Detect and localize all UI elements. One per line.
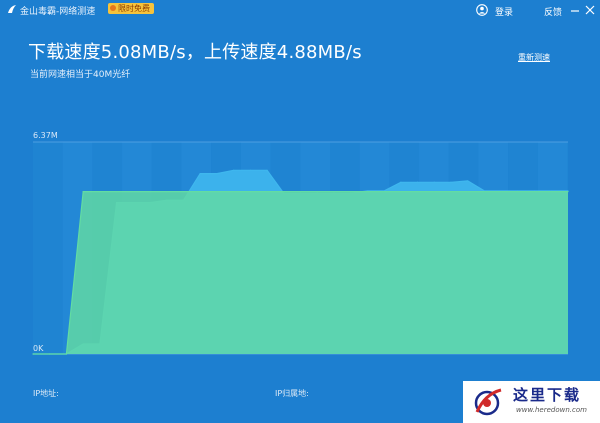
chart-band [33, 142, 63, 354]
watermark-url: www.heredown.com [516, 406, 587, 414]
data-point-upload [500, 190, 502, 193]
feedback-link[interactable]: 反馈 [544, 5, 562, 18]
login-link[interactable]: 登录 [495, 5, 513, 18]
data-point-upload [233, 190, 235, 193]
data-point-upload [65, 353, 68, 355]
speed-chart: 6.37M 0K [32, 131, 569, 355]
y-tick-label-min: 0K [33, 344, 44, 353]
data-point-upload [32, 353, 34, 355]
watermark: 这里下载 www.heredown.com [463, 381, 600, 423]
data-point-upload [283, 190, 285, 193]
speed-equivalent: 当前网速相当于40M光纤 [30, 70, 131, 80]
data-point-upload [216, 190, 218, 193]
data-point-upload [182, 190, 185, 193]
user-avatar-icon[interactable] [476, 4, 488, 16]
data-point-upload [450, 190, 452, 193]
app-title: 金山毒霸-网络测速 [20, 7, 96, 17]
series-area-upload [33, 191, 568, 354]
promo-badge[interactable]: 限时免费 [108, 3, 154, 14]
speed-result: 下载速度5.08MB/s，上传速度4.88MB/s [28, 42, 362, 63]
data-point-upload [199, 190, 201, 193]
data-point-upload [149, 190, 151, 193]
ip-address-label: IP地址: [33, 389, 59, 398]
data-point-upload [115, 190, 118, 193]
data-point-upload [49, 353, 51, 355]
data-point-upload [366, 190, 368, 193]
minimize-button[interactable] [570, 4, 580, 16]
data-point-upload [350, 190, 352, 193]
data-point-download [266, 169, 268, 171]
ip-location-label: IP归属地: [275, 389, 309, 398]
chart-series [32, 169, 569, 355]
data-point-upload [132, 190, 134, 193]
data-point-upload [483, 190, 486, 193]
data-point-upload [82, 190, 84, 193]
data-point-upload [266, 190, 268, 193]
data-point-upload [567, 190, 569, 193]
retest-link[interactable]: 重新测速 [518, 52, 550, 63]
promo-badge-label: 限时免费 [118, 4, 150, 13]
data-point-download [400, 181, 402, 183]
data-point-upload [316, 190, 318, 193]
data-point-upload [166, 190, 168, 193]
app-logo-icon [8, 5, 16, 13]
watermark-logo-icon [474, 388, 502, 416]
data-point-upload [416, 190, 419, 193]
data-point-download [199, 173, 201, 175]
data-point-download [233, 169, 235, 171]
data-point-download [216, 173, 218, 175]
data-point-upload [550, 190, 552, 193]
promo-icon [110, 5, 116, 11]
data-point-download [249, 169, 251, 171]
data-point-upload [400, 190, 402, 193]
data-point-upload [333, 190, 335, 193]
data-point-download [416, 181, 419, 183]
close-button[interactable] [584, 4, 596, 16]
data-point-download [467, 180, 469, 182]
data-point-upload [249, 190, 251, 193]
data-point-upload [299, 190, 302, 193]
data-point-upload [99, 190, 101, 193]
data-point-upload [383, 190, 385, 193]
data-point-upload [517, 190, 519, 193]
data-point-download [450, 181, 452, 183]
data-point-upload [533, 190, 536, 193]
data-point-upload [433, 190, 435, 193]
data-point-download [433, 181, 435, 183]
y-tick-label-max: 6.37M [33, 131, 58, 140]
watermark-title: 这里下载 [513, 386, 582, 404]
title-bar: 金山毒霸-网络测速 限时免费 登录 反馈 [0, 0, 600, 22]
data-point-upload [467, 190, 469, 193]
